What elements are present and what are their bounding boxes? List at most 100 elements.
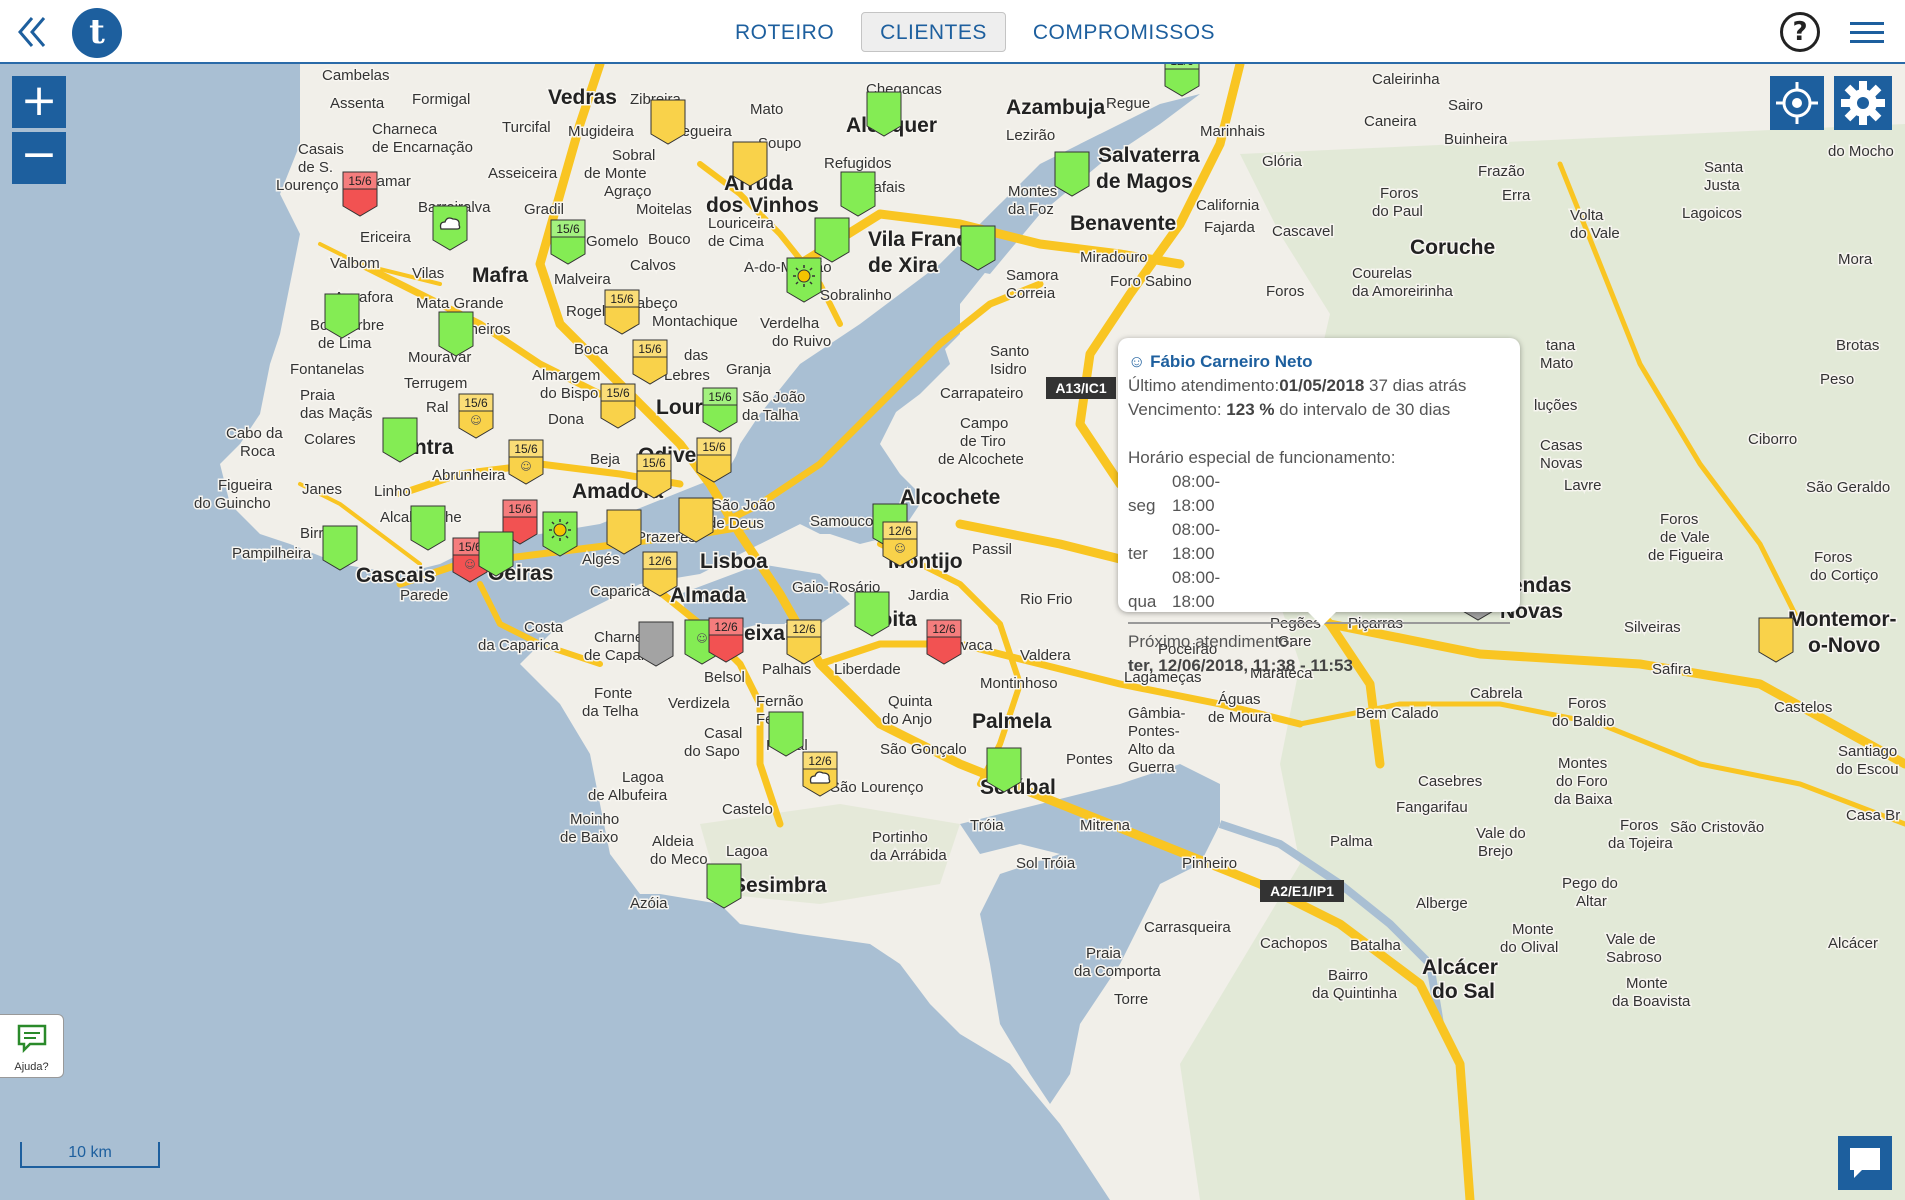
client-pin[interactable]: 15/6 [604, 289, 640, 335]
help-chat-button[interactable]: Ajuda? [0, 1014, 64, 1078]
place-label: Isidro [990, 361, 1027, 378]
client-pin[interactable] [786, 257, 822, 303]
client-pin[interactable] [606, 509, 642, 555]
client-name[interactable]: Fábio Carneiro Neto [1150, 352, 1312, 371]
due-percent: 123 % [1226, 400, 1275, 419]
place-label: Foros [1266, 283, 1304, 300]
place-label: Ciborro [1748, 431, 1797, 448]
client-pin[interactable] [410, 505, 446, 551]
client-pin[interactable]: 15/6 [636, 453, 672, 499]
place-label: Lagoa [726, 843, 768, 860]
client-pin[interactable]: 15/6 [702, 387, 738, 433]
map-canvas[interactable]: A13/IC1 A2/E1/IP1 Cambelas Assenta Formiga… [0, 64, 1905, 1200]
client-pin[interactable] [840, 171, 876, 217]
client-pin[interactable] [732, 141, 768, 187]
place-label: da Comporta [1074, 963, 1161, 980]
pin-date-label: 12/6 [648, 554, 672, 568]
tab-compromissos[interactable]: COMPROMISSOS [1014, 12, 1234, 52]
pin-marker [960, 225, 996, 271]
client-pin[interactable] [438, 311, 474, 357]
client-pin[interactable] [638, 621, 674, 667]
pin-date-label: 15/6 [702, 440, 726, 454]
client-pin[interactable] [768, 711, 804, 757]
place-label: Santo [990, 343, 1029, 360]
zoom-out-button[interactable]: − [12, 132, 66, 184]
client-pin[interactable] [706, 863, 742, 909]
place-label: Mato [1540, 355, 1573, 372]
place-label: da Baixa [1554, 791, 1613, 808]
place-label: Sol Tróia [1016, 855, 1076, 872]
client-pin[interactable]: 12/6 [926, 619, 962, 665]
pin-date-label: 15/6 [638, 342, 662, 356]
client-pin[interactable] [478, 531, 514, 577]
client-pin[interactable]: 15/6 [696, 437, 732, 483]
place-label: Ericeira [360, 229, 412, 246]
client-pin[interactable] [1054, 151, 1090, 197]
pin-marker [768, 711, 804, 757]
place-label: Abrunheira [432, 467, 506, 484]
hamburger-menu-icon[interactable] [1850, 22, 1884, 44]
place-label: do Meco [650, 851, 708, 868]
client-pin[interactable] [650, 99, 686, 145]
place-label: Casas [1540, 437, 1583, 454]
place-label: Vedras [548, 86, 617, 109]
client-pin[interactable] [678, 497, 714, 543]
client-pin[interactable]: 15/6 [342, 171, 378, 217]
client-pin[interactable] [854, 591, 890, 637]
locate-me-button[interactable] [1770, 76, 1824, 130]
pin-date-label: 15/6 [708, 390, 732, 404]
map-settings-button[interactable] [1834, 76, 1892, 130]
collapse-back-icon[interactable] [14, 14, 50, 50]
place-label: Fajarda [1204, 219, 1256, 236]
tab-clientes[interactable]: CLIENTES [861, 12, 1006, 52]
place-label: dos Vinhos [706, 194, 819, 217]
client-pin[interactable]: 15/6 [600, 383, 636, 429]
next-visit-value: ter, 12/06/2018, 11:38 - 11:53 [1128, 656, 1353, 675]
map-scale-bar: 10 km [20, 1142, 160, 1168]
place-label: Samora [1006, 267, 1059, 284]
tab-roteiro[interactable]: ROTEIRO [716, 12, 853, 52]
zoom-in-button[interactable]: + [12, 76, 66, 128]
client-pin[interactable] [960, 225, 996, 271]
place-label: Charneca [372, 121, 438, 138]
place-label: Bouco [648, 231, 691, 248]
client-pin[interactable] [814, 217, 850, 263]
place-label: Alcácer [1828, 935, 1878, 952]
feedback-button[interactable] [1838, 1136, 1892, 1190]
smiley-icon: ☺ [520, 460, 531, 473]
pin-date-label: 15/6 [642, 456, 666, 470]
client-pin[interactable]: 15/6 [550, 219, 586, 265]
place-label: Assenta [330, 95, 385, 112]
client-pin[interactable] [324, 293, 360, 339]
client-pin[interactable] [986, 747, 1022, 793]
place-label: Cabo da [226, 425, 283, 442]
pin-marker [840, 171, 876, 217]
client-pin[interactable]: 15/6 [632, 339, 668, 385]
place-label: de S. [298, 159, 333, 176]
client-pin[interactable]: 12/6 [786, 619, 822, 665]
last-visit-label: Último atendimento: [1128, 376, 1280, 395]
place-label: Passil [972, 541, 1012, 558]
place-label: das Maçãs [300, 405, 373, 422]
client-pin[interactable]: 15/6 ☺ [508, 439, 544, 485]
client-pin[interactable] [1758, 617, 1794, 663]
client-pin[interactable]: 12/6 ☺ [882, 521, 918, 567]
client-pin[interactable] [866, 91, 902, 137]
hours-time: 08:00-18:00 [1172, 472, 1221, 515]
help-icon[interactable]: ? [1780, 12, 1820, 52]
place-label: Frazão [1478, 163, 1525, 180]
place-label: do Foro [1556, 773, 1608, 790]
pin-marker [638, 621, 674, 667]
client-pin[interactable]: 12/6 [708, 617, 744, 663]
client-pin[interactable]: 15/6 ☺ [458, 393, 494, 439]
client-pin[interactable]: 12/6 [802, 751, 838, 797]
client-pin[interactable] [542, 511, 578, 557]
client-pin[interactable] [382, 417, 418, 463]
client-pin[interactable]: 12/6 [642, 551, 678, 597]
place-label: Birr [300, 525, 323, 542]
pin-date-label: 12/6 [808, 754, 832, 768]
place-label: Cambelas [322, 67, 390, 84]
client-pin[interactable] [432, 205, 468, 251]
place-label: Parede [400, 587, 448, 604]
client-pin[interactable] [322, 525, 358, 571]
